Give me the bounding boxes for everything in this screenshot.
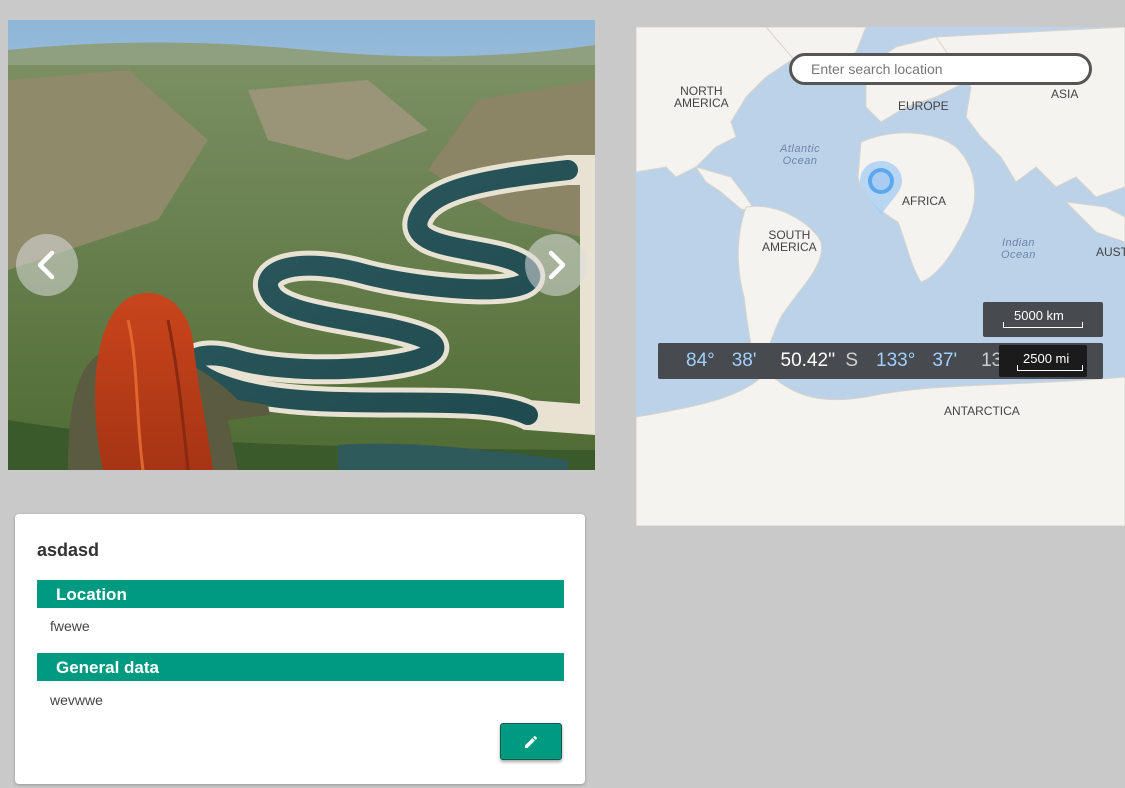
general-data-section-header: General data bbox=[37, 653, 564, 681]
world-map[interactable]: NORTH AMERICA EUROPE ASIA Atlantic Ocean… bbox=[636, 27, 1125, 526]
card-title: asdasd bbox=[37, 540, 100, 560]
general-data-value: wevwwe bbox=[50, 692, 103, 708]
label-asia: ASIA bbox=[1051, 87, 1079, 101]
label-australia: AUST bbox=[1096, 245, 1125, 259]
carousel-next-button[interactable] bbox=[525, 234, 587, 296]
label-africa: AFRICA bbox=[902, 194, 947, 208]
scale-km-bar bbox=[1003, 322, 1083, 328]
label-north-america: NORTH AMERICA bbox=[674, 84, 729, 110]
scale-mi-bar bbox=[1017, 365, 1083, 371]
location-value: fwewe bbox=[50, 618, 90, 634]
label-antarctica: ANTARCTICA bbox=[944, 404, 1020, 418]
scale-mi-label: 2500 mi bbox=[1023, 351, 1070, 366]
chevron-left-icon bbox=[37, 250, 55, 280]
scale-mi-box: 2500 mi bbox=[999, 345, 1087, 377]
edit-button[interactable] bbox=[500, 723, 562, 760]
scale-km-box: 5000 km bbox=[983, 302, 1103, 337]
label-europe: EUROPE bbox=[898, 99, 949, 113]
lat-seconds: 50.42'' bbox=[780, 350, 836, 371]
location-search-box[interactable] bbox=[789, 53, 1092, 85]
location-section-header: Location bbox=[37, 580, 564, 608]
label-atlantic-ocean: Atlantic Ocean bbox=[780, 143, 821, 167]
info-card: asdasd Location fwewe General data wevww… bbox=[15, 514, 585, 784]
scale-km-label: 5000 km bbox=[1014, 308, 1064, 323]
location-search-input[interactable] bbox=[809, 60, 1083, 78]
label-south-america: SOUTH AMERICA bbox=[762, 228, 817, 254]
lon-degrees: 133° bbox=[876, 350, 916, 371]
location-pin-icon[interactable] bbox=[857, 159, 905, 217]
lat-hemisphere: S bbox=[845, 350, 858, 371]
label-indian-ocean: Indian Ocean bbox=[1001, 237, 1036, 261]
pencil-icon bbox=[525, 735, 538, 748]
lat-degrees: 84° bbox=[686, 350, 715, 371]
chevron-right-icon bbox=[548, 250, 566, 280]
photo-carousel bbox=[8, 20, 595, 470]
carousel-photo bbox=[8, 20, 595, 470]
lat-minutes: 38' bbox=[731, 350, 757, 371]
carousel-prev-button[interactable] bbox=[16, 234, 78, 296]
lon-minutes: 37' bbox=[932, 350, 958, 371]
